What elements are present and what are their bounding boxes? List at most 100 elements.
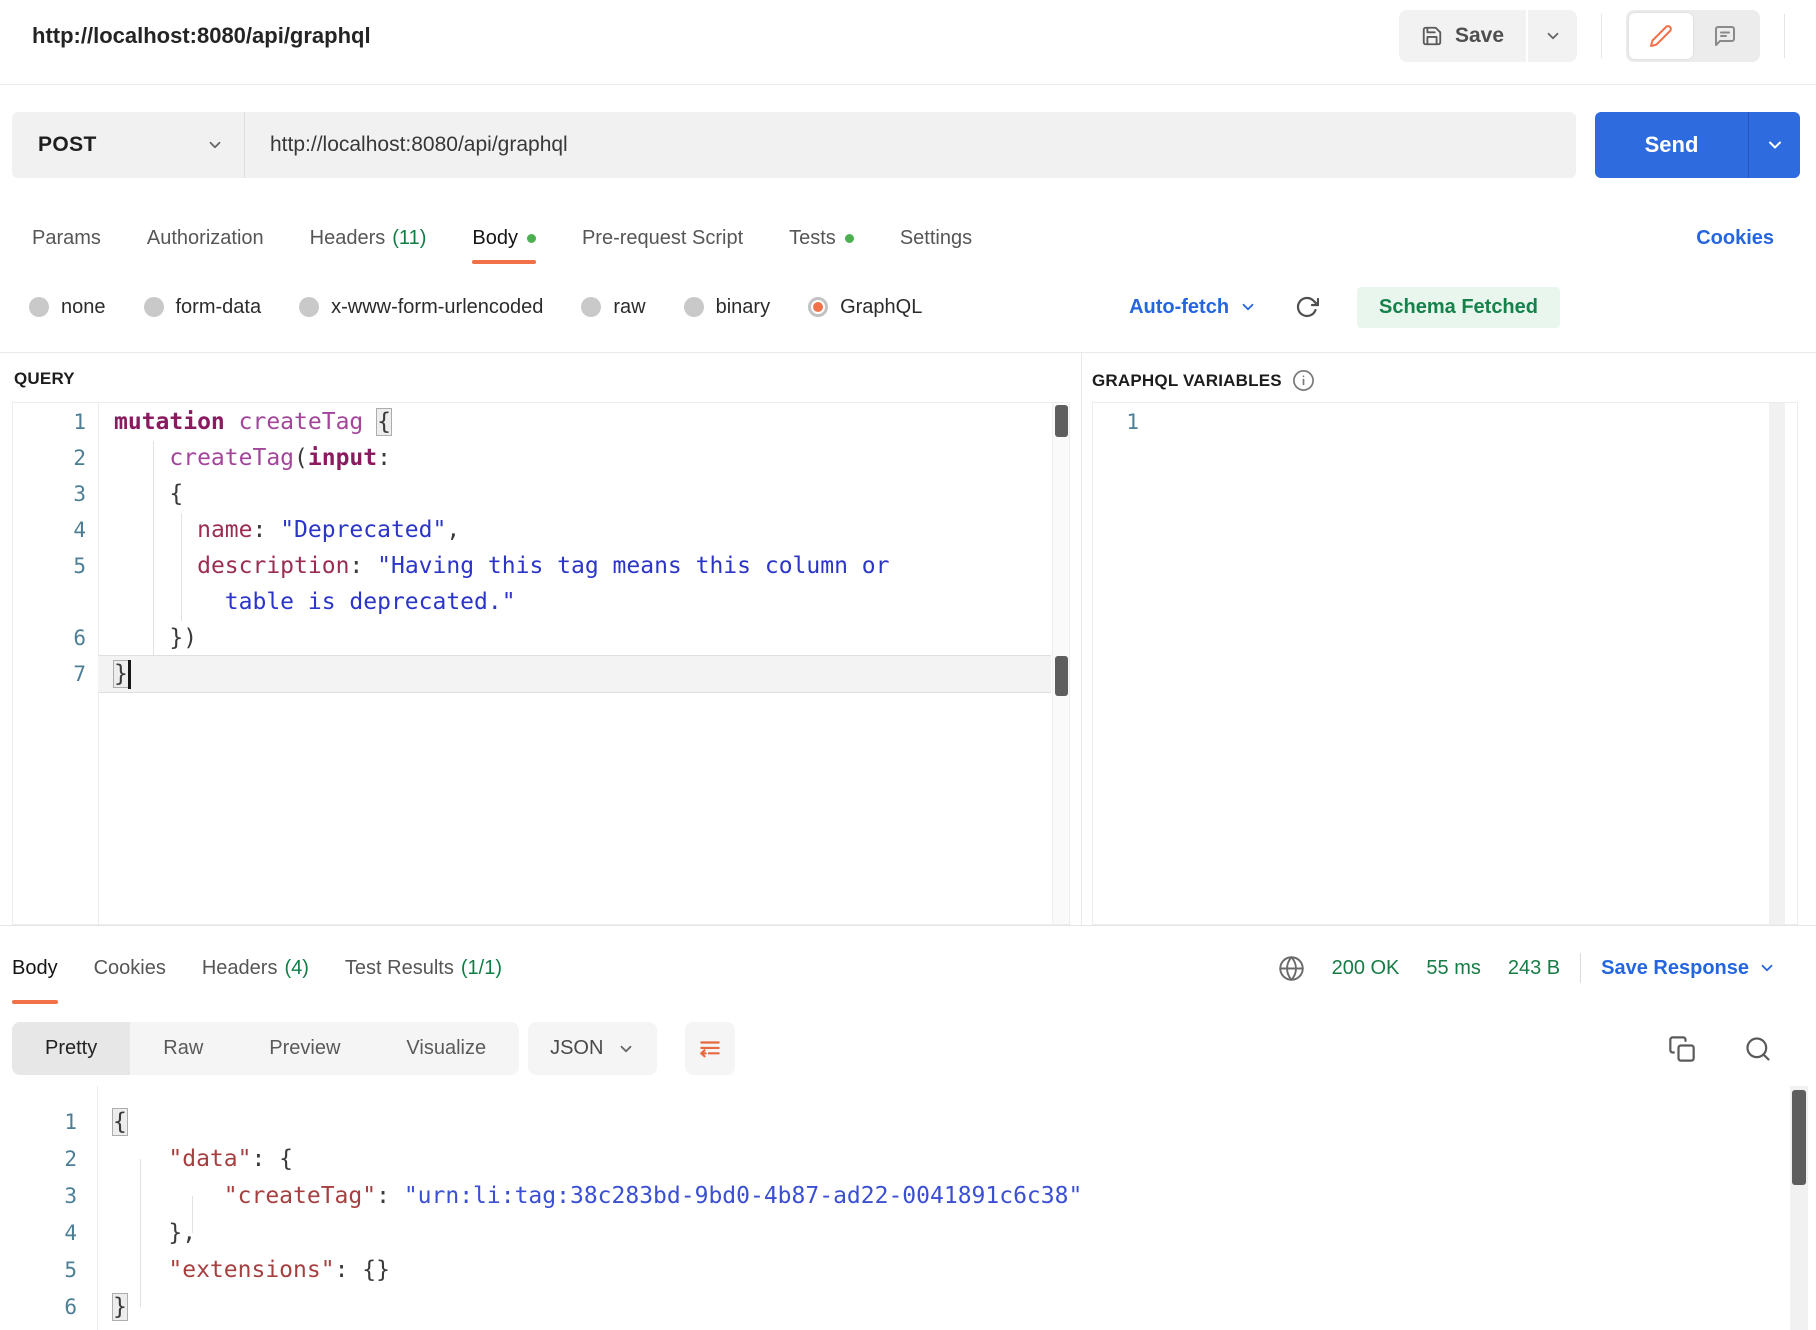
comment-button[interactable] bbox=[1693, 13, 1757, 59]
view-tab-pretty[interactable]: Pretty bbox=[12, 1022, 130, 1075]
tab-label: Test Results bbox=[345, 957, 454, 980]
line-number: 1 bbox=[13, 404, 98, 440]
line-content: } bbox=[98, 656, 1051, 692]
body-mode-form-data[interactable]: form-data bbox=[144, 296, 262, 319]
body-mode-options: none form-data x-www-form-urlencoded raw bin… bbox=[29, 296, 922, 319]
tab-count: (1/1) bbox=[461, 957, 502, 980]
scrollbar-thumb[interactable] bbox=[1055, 405, 1068, 437]
tab-headers[interactable]: Headers(4) bbox=[202, 932, 309, 1004]
chevron-down-icon bbox=[1544, 27, 1562, 45]
tab-label: Body bbox=[12, 957, 58, 980]
code-line: 2 "data": { bbox=[0, 1141, 1786, 1178]
auto-fetch-select[interactable]: Auto-fetch bbox=[1129, 296, 1257, 319]
tab-body[interactable]: Body bbox=[472, 212, 536, 264]
view-tab-preview[interactable]: Preview bbox=[236, 1022, 373, 1075]
body-mode-raw[interactable]: raw bbox=[581, 296, 645, 319]
auto-fetch-label: Auto-fetch bbox=[1129, 296, 1229, 319]
send-dropdown-button[interactable] bbox=[1748, 112, 1800, 178]
radio-selected-icon bbox=[808, 297, 828, 317]
send-button-label: Send bbox=[1595, 132, 1748, 158]
tab-settings[interactable]: Settings bbox=[900, 212, 972, 264]
save-dropdown-button[interactable] bbox=[1528, 10, 1577, 62]
view-tab-visualize[interactable]: Visualize bbox=[373, 1022, 519, 1075]
divider bbox=[1601, 14, 1602, 58]
tab-label: Pre-request Script bbox=[582, 227, 743, 250]
comment-icon bbox=[1713, 24, 1737, 48]
network-icon[interactable] bbox=[1278, 955, 1305, 982]
code-line: 3 "createTag": "urn:li:tag:38c283bd-9bd0… bbox=[0, 1178, 1786, 1215]
variables-line-number: 1 bbox=[1093, 404, 1145, 440]
cookies-link[interactable]: Cookies bbox=[1696, 212, 1774, 264]
variables-scrollbar[interactable] bbox=[1769, 403, 1785, 924]
tab-cookies[interactable]: Cookies bbox=[94, 932, 166, 1004]
divider bbox=[1784, 14, 1785, 58]
tab-params[interactable]: Params bbox=[32, 212, 101, 264]
format-icon bbox=[697, 1036, 723, 1062]
save-response-button[interactable]: Save Response bbox=[1601, 957, 1776, 980]
chevron-down-icon bbox=[206, 136, 224, 154]
schema-cluster: Auto-fetch Schema Fetched bbox=[1129, 287, 1560, 328]
tab-authorization[interactable]: Authorization bbox=[147, 212, 264, 264]
pane-splitter[interactable] bbox=[1081, 352, 1082, 925]
save-button[interactable]: Save bbox=[1399, 10, 1526, 62]
schema-status-badge: Schema Fetched bbox=[1357, 287, 1560, 328]
tab-headers[interactable]: Headers(11) bbox=[310, 212, 427, 264]
line-number: 2 bbox=[13, 440, 98, 476]
url-input[interactable]: http://localhost:8080/api/graphql bbox=[270, 133, 1576, 157]
scrollbar-thumb[interactable] bbox=[1792, 1090, 1806, 1185]
info-icon[interactable] bbox=[1292, 369, 1315, 392]
response-scrollbar[interactable] bbox=[1790, 1086, 1808, 1330]
search-button[interactable] bbox=[1744, 1035, 1772, 1063]
method-select[interactable]: POST bbox=[12, 112, 245, 178]
send-button[interactable]: Send bbox=[1595, 112, 1800, 178]
edit-comment-toggle bbox=[1626, 10, 1760, 62]
search-icon bbox=[1744, 1035, 1772, 1063]
edit-mode-button[interactable] bbox=[1629, 13, 1693, 59]
body-mode-binary[interactable]: binary bbox=[684, 296, 770, 319]
status-dot bbox=[527, 234, 536, 243]
response-time: 55 ms bbox=[1426, 957, 1480, 980]
tab-label: Authorization bbox=[147, 227, 264, 250]
copy-button[interactable] bbox=[1668, 1035, 1696, 1063]
language-select[interactable]: JSON bbox=[528, 1022, 657, 1075]
line-number: 5 bbox=[0, 1252, 97, 1289]
query-editor[interactable]: 1mutation createTag {2 createTag(input:3… bbox=[12, 402, 1070, 925]
code-line: 6 }) bbox=[13, 620, 1051, 656]
tab-label: Tests bbox=[789, 227, 836, 250]
body-mode-label: x-www-form-urlencoded bbox=[331, 296, 543, 319]
radio-icon bbox=[144, 297, 164, 317]
response-tools bbox=[1668, 1022, 1772, 1075]
line-number: 7 bbox=[13, 656, 98, 692]
line-content: name: "Deprecated", bbox=[98, 512, 1051, 548]
response-toolbar: PrettyRawPreviewVisualize JSON bbox=[12, 1022, 1816, 1075]
tab-test-results[interactable]: Test Results (1/1) bbox=[345, 932, 502, 1004]
line-content: table is deprecated." bbox=[98, 584, 1051, 620]
line-content: { bbox=[98, 476, 1051, 512]
code-line: 5 description: "Having this tag means th… bbox=[13, 548, 1051, 584]
code-line: 4 name: "Deprecated", bbox=[13, 512, 1051, 548]
line-number: 2 bbox=[0, 1141, 97, 1178]
response-body-viewer[interactable]: 1{2 "data": {3 "createTag": "urn:li:tag:… bbox=[0, 1086, 1816, 1330]
code-line: table is deprecated." bbox=[13, 584, 1051, 620]
format-button[interactable] bbox=[685, 1022, 735, 1075]
variables-editor[interactable]: 1 bbox=[1092, 402, 1798, 925]
query-scrollbar[interactable] bbox=[1052, 403, 1069, 924]
code-line: 5 "extensions": {} bbox=[0, 1252, 1786, 1289]
refresh-schema-button[interactable] bbox=[1295, 295, 1319, 319]
code-line: 2 createTag(input: bbox=[13, 440, 1051, 476]
code-line: 1{ bbox=[0, 1104, 1786, 1141]
tab-tests[interactable]: Tests bbox=[789, 212, 854, 264]
body-mode-none[interactable]: none bbox=[29, 296, 106, 319]
tab-body[interactable]: Body bbox=[12, 932, 58, 1004]
query-code[interactable]: 1mutation createTag {2 createTag(input:3… bbox=[13, 403, 1051, 924]
code-line: 3 { bbox=[13, 476, 1051, 512]
tab-count: (4) bbox=[284, 957, 308, 980]
view-tab-raw[interactable]: Raw bbox=[130, 1022, 236, 1075]
line-number: 3 bbox=[0, 1178, 97, 1215]
response-code[interactable]: 1{2 "data": {3 "createTag": "urn:li:tag:… bbox=[0, 1086, 1786, 1330]
status-dot bbox=[845, 234, 854, 243]
body-mode-graphql[interactable]: GraphQL bbox=[808, 296, 922, 319]
body-mode-x-www-form-urlencoded[interactable]: x-www-form-urlencoded bbox=[299, 296, 543, 319]
tab-pre-request-script[interactable]: Pre-request Script bbox=[582, 212, 743, 264]
save-button-group: Save bbox=[1399, 10, 1577, 62]
